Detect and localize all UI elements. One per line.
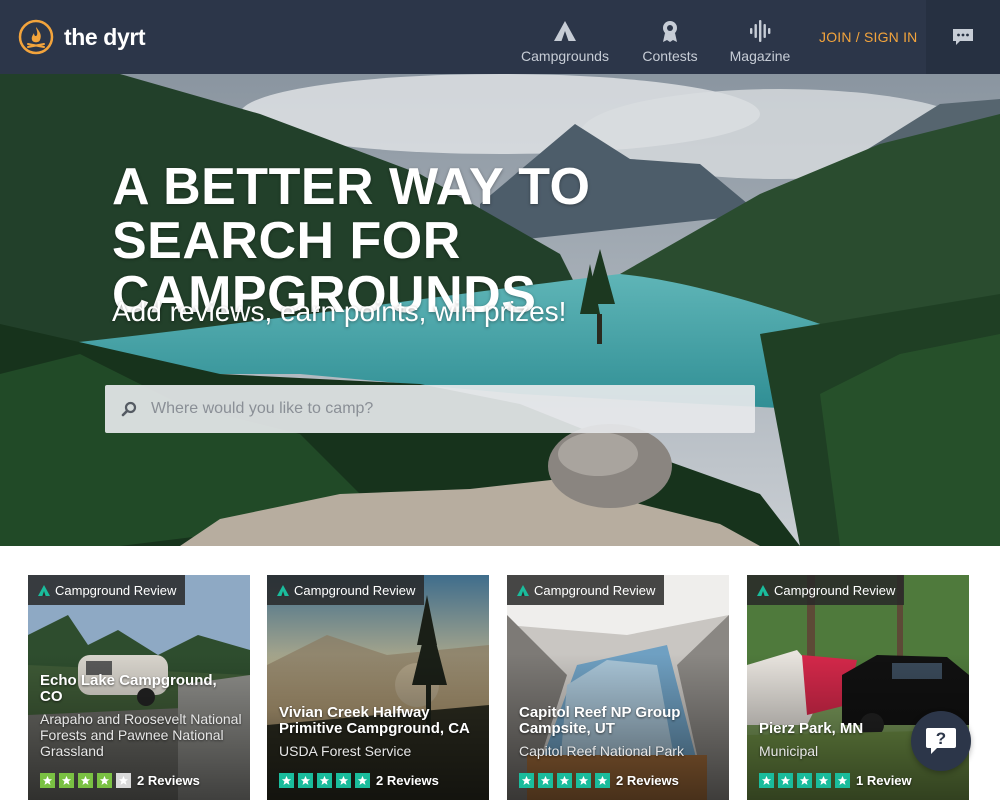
help-question-icon: ? [926, 728, 956, 754]
logo-link[interactable]: the dyrt [18, 19, 146, 55]
tent-icon [757, 584, 769, 596]
hero-section: A BETTER WAY TO SEARCH FOR CAMPGROUNDS A… [0, 74, 1000, 546]
card-subtitle: Capitol Reef National Park [519, 743, 684, 759]
nav-campgrounds[interactable]: Campgrounds [516, 10, 614, 64]
star-icon [279, 773, 294, 788]
nav-magazine-label: Magazine [729, 48, 791, 64]
star-rating: 2 Reviews [519, 773, 679, 788]
star-icon [557, 773, 572, 788]
card-title: Echo Lake Campground, CO [40, 672, 217, 705]
review-card-1[interactable]: Campground Review Vivian Creek Halfway P… [267, 575, 489, 800]
star-icon [576, 773, 591, 788]
hero-subtitle: Add reviews, earn points, win prizes! [112, 296, 567, 327]
star-icon [816, 773, 831, 788]
star-rating: 2 Reviews [40, 773, 200, 788]
help-chat-button[interactable]: ? [911, 711, 971, 771]
review-count: 2 Reviews [616, 773, 679, 788]
tent-icon [517, 584, 529, 596]
brand-name: the dyrt [64, 23, 146, 50]
star-icon [519, 773, 534, 788]
star-icon [336, 773, 351, 788]
svg-text:?: ? [936, 729, 946, 748]
badge-label: Campground Review [55, 582, 177, 598]
top-nav-bar: the dyrt Campgrounds Contests Magazine J… [0, 0, 1000, 74]
star-icon [116, 773, 131, 788]
search-icon [121, 401, 137, 417]
tent-icon [554, 21, 576, 41]
star-icon [595, 773, 610, 788]
star-icon [97, 773, 112, 788]
join-sign-in-link[interactable]: JOIN / SIGN IN [819, 29, 917, 45]
review-count: 1 Review [856, 773, 912, 788]
card-subtitle: Arapaho and Roosevelt National Forests a… [40, 711, 242, 759]
campground-review-badge: Campground Review [267, 575, 425, 605]
star-icon [298, 773, 313, 788]
campfire-logo-icon [18, 19, 54, 55]
star-icon [355, 773, 370, 788]
star-icon [40, 773, 55, 788]
badge-label: Campground Review [294, 582, 416, 598]
badge-label: Campground Review [534, 582, 656, 598]
campground-review-badge: Campground Review [747, 575, 905, 605]
tent-icon [38, 584, 50, 596]
search-input[interactable] [151, 400, 731, 418]
chat-bubble-icon [953, 29, 973, 45]
star-icon [317, 773, 332, 788]
campground-search-bar[interactable] [105, 385, 755, 433]
badge-label: Campground Review [774, 582, 896, 598]
review-count: 2 Reviews [137, 773, 200, 788]
star-icon [797, 773, 812, 788]
nav-contests[interactable]: Contests [638, 10, 702, 64]
card-subtitle: USDA Forest Service [279, 743, 412, 759]
campground-review-badge: Campground Review [507, 575, 665, 605]
nav-contests-label: Contests [642, 48, 698, 64]
card-title: Capitol Reef NP Group Campsite, UT [519, 704, 681, 737]
award-ribbon-icon [663, 21, 677, 42]
review-count: 2 Reviews [376, 773, 439, 788]
star-icon [538, 773, 553, 788]
nav-campgrounds-label: Campgrounds [521, 48, 609, 64]
star-icon [778, 773, 793, 788]
soundwave-icon [750, 20, 771, 42]
chat-button[interactable] [926, 0, 1000, 74]
review-card-0[interactable]: Campground Review Echo Lake Campground, … [28, 575, 250, 800]
star-icon [78, 773, 93, 788]
campground-review-badge: Campground Review [28, 575, 186, 605]
star-rating: 2 Reviews [279, 773, 439, 788]
star-rating: 1 Review [759, 773, 912, 788]
star-icon [759, 773, 774, 788]
card-title: Vivian Creek Halfway Primitive Campgroun… [279, 704, 470, 737]
tent-icon [277, 584, 289, 596]
star-icon [835, 773, 850, 788]
star-icon [59, 773, 74, 788]
nav-magazine[interactable]: Magazine [726, 10, 794, 64]
review-card-2[interactable]: Campground Review Capitol Reef NP Group … [507, 575, 729, 800]
